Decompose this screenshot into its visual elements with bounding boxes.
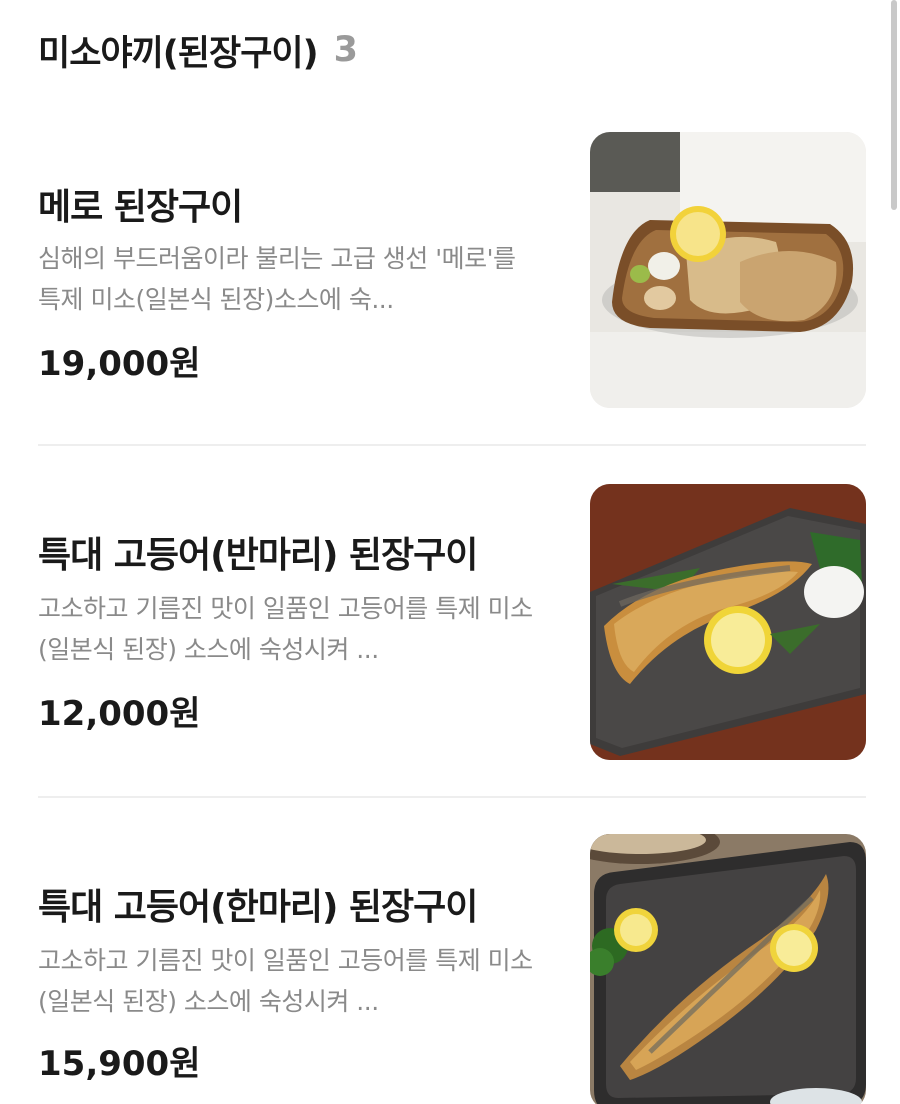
- menu-page: 미소야끼(된장구이) 3 메로 된장구이 심해의 부드러움이라 불리는 고급 생…: [0, 0, 900, 1104]
- menu-item-text: 특대 고등어(한마리) 된장구이 고소하고 기름진 맛이 일품인 고등어를 특제…: [38, 834, 548, 1104]
- grilled-mackerel-half-photo[interactable]: [590, 484, 866, 760]
- divider: [38, 444, 866, 446]
- menu-item-description: 고소하고 기름진 맛이 일품인 고등어를 특제 미소(일본식 된장) 소스에 숙…: [38, 594, 533, 664]
- menu-item-price: 19,000원: [38, 344, 201, 384]
- menu-item-text: 특대 고등어(반마리) 된장구이 고소하고 기름진 맛이 일품인 고등어를 특제…: [38, 484, 548, 760]
- menu-item-description: 심해의 부드러움이라 불리는 고급 생선 '메로'를 특제 미소(일본식 된장)…: [38, 244, 516, 314]
- menu-item-mackerel-whole[interactable]: 특대 고등어(한마리) 된장구이 고소하고 기름진 맛이 일품인 고등어를 특제…: [38, 834, 866, 1104]
- scrollbar[interactable]: [891, 0, 897, 210]
- menu-item-name: 특대 고등어(반마리) 된장구이: [38, 535, 478, 576]
- menu-item-name: 특대 고등어(한마리) 된장구이: [38, 887, 478, 928]
- menu-item-description: 고소하고 기름진 맛이 일품인 고등어를 특제 미소(일본식 된장) 소스에 숙…: [38, 946, 533, 1016]
- menu-item-mackerel-half[interactable]: 특대 고등어(반마리) 된장구이 고소하고 기름진 맛이 일품인 고등어를 특제…: [38, 484, 866, 760]
- menu-item-price: 15,900원: [38, 1044, 201, 1084]
- grilled-mackerel-whole-photo[interactable]: [590, 834, 866, 1104]
- menu-item-text: 메로 된장구이 심해의 부드러움이라 불리는 고급 생선 '메로'를 특제 미소…: [38, 132, 548, 408]
- menu-item-name: 메로 된장구이: [38, 187, 243, 228]
- section-count: 3: [333, 30, 358, 70]
- menu-item-mero[interactable]: 메로 된장구이 심해의 부드러움이라 불리는 고급 생선 '메로'를 특제 미소…: [38, 132, 866, 408]
- grilled-fish-fillet-photo[interactable]: [590, 132, 866, 408]
- divider: [38, 796, 866, 798]
- section-title: 미소야끼(된장구이): [38, 33, 319, 74]
- menu-item-price: 12,000원: [38, 694, 201, 734]
- section-header: 미소야끼(된장구이) 3: [38, 22, 358, 78]
